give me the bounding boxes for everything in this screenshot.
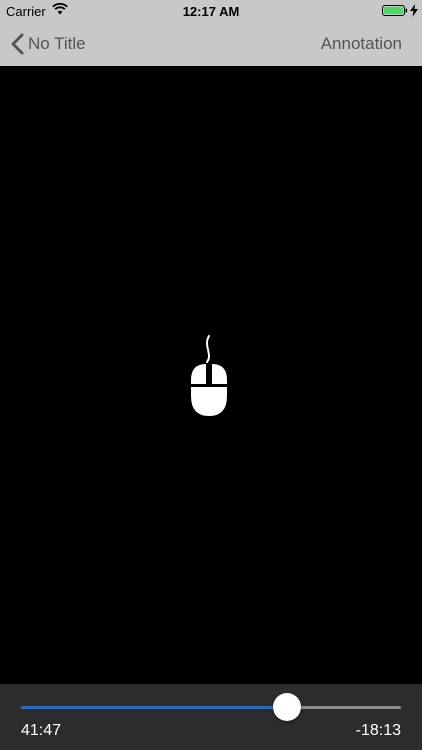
- back-button[interactable]: No Title: [10, 30, 86, 58]
- back-button-label: No Title: [28, 34, 86, 53]
- annotation-button[interactable]: Annotation: [321, 34, 402, 54]
- progress-slider[interactable]: [21, 693, 401, 721]
- playback-controls: 41:47 -18:13: [0, 684, 422, 750]
- navigation-bar: No Title Annotation: [0, 22, 422, 66]
- battery-icon: [382, 5, 408, 16]
- charging-bolt-icon: [410, 4, 418, 17]
- status-time: 12:17 AM: [182, 4, 240, 19]
- progress-fill: [21, 706, 287, 709]
- chevron-left-icon: [11, 33, 24, 55]
- elapsed-time: 41:47: [21, 722, 62, 739]
- remaining-time: -18:13: [355, 722, 401, 739]
- video-area[interactable]: [0, 66, 422, 684]
- mouse-icon: [191, 335, 227, 416]
- top-bar: Carrier 12:17 AM No Title Annotation: [0, 0, 422, 66]
- slider-thumb[interactable]: [273, 693, 301, 721]
- status-bar: Carrier 12:17 AM: [0, 0, 422, 22]
